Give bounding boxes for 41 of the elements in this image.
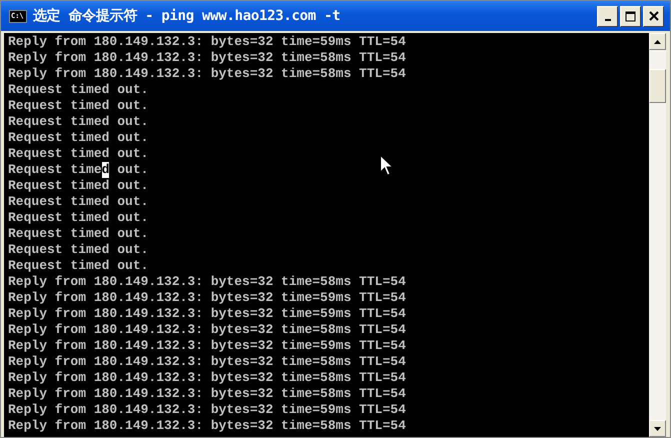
console-line: Request timed out. (8, 210, 148, 226)
console-line: Request timed out. (8, 258, 148, 274)
console-line: Request timed out. (8, 178, 148, 194)
window-title: 选定 命令提示符 - ping www.hao123.com -t (33, 7, 342, 25)
scroll-thumb[interactable] (649, 69, 666, 103)
scrollbar[interactable] (649, 33, 666, 437)
console-line: Reply from 180.149.132.3: bytes=32 time=58ms TTL=54 (8, 322, 406, 338)
console-line: Request timed out. (8, 130, 148, 146)
mouse-pointer-icon (380, 155, 393, 176)
console-text: out. (116, 162, 148, 178)
console-line: Request timed out. (8, 82, 148, 98)
maximize-icon (625, 10, 636, 22)
console-line: Reply from 180.149.132.3: bytes=32 time=58ms TTL=54 (8, 50, 406, 66)
console-line: Reply from 180.149.132.3: bytes=32 time=59ms TTL=54 (8, 306, 406, 322)
console-line: Reply from 180.149.132.3: bytes=32 time=58ms TTL=54 (8, 66, 406, 82)
close-button[interactable] (643, 6, 664, 26)
selected-text: d (102, 162, 110, 178)
scroll-up-button[interactable] (649, 33, 666, 50)
console-line: Reply from 180.149.132.3: bytes=32 time=59ms TTL=54 (8, 290, 406, 306)
maximize-button[interactable] (620, 6, 641, 26)
console-line: Reply from 180.149.132.3: bytes=32 time=59ms TTL=54 (8, 338, 406, 354)
console-line: Reply from 180.149.132.3: bytes=32 time=59ms TTL=54 (8, 34, 406, 50)
up-arrow-icon (654, 40, 661, 44)
console-text: Request time (8, 162, 102, 178)
down-arrow-icon (654, 426, 661, 430)
minimize-icon (604, 19, 610, 21)
console-line: Request timed out. (8, 98, 148, 114)
console-line: Request timed out. (8, 194, 148, 210)
console-line: Reply from 180.149.132.3: bytes=32 time=58ms TTL=54 (8, 370, 406, 386)
minimize-button[interactable] (597, 6, 618, 26)
console-line: Reply from 180.149.132.3: bytes=32 time=58ms TTL=54 (8, 418, 406, 434)
console-line: Request timed out. (8, 146, 148, 162)
close-icon (648, 11, 658, 21)
console-line: Request timed out. (8, 114, 148, 130)
console-line: Reply from 180.149.132.3: bytes=32 time=58ms TTL=54 (8, 274, 406, 290)
console-line: Reply from 180.149.132.3: bytes=32 time=59ms TTL=54 (8, 402, 406, 418)
console-line: Reply from 180.149.132.3: bytes=32 time=58ms TTL=54 (8, 386, 406, 402)
console-line: Request timed out. (8, 242, 148, 258)
console-line: Request timed out. (8, 226, 148, 242)
console-line: Reply from 180.149.132.3: bytes=32 time=58ms TTL=54 (8, 354, 406, 370)
scroll-down-button[interactable] (649, 420, 666, 437)
